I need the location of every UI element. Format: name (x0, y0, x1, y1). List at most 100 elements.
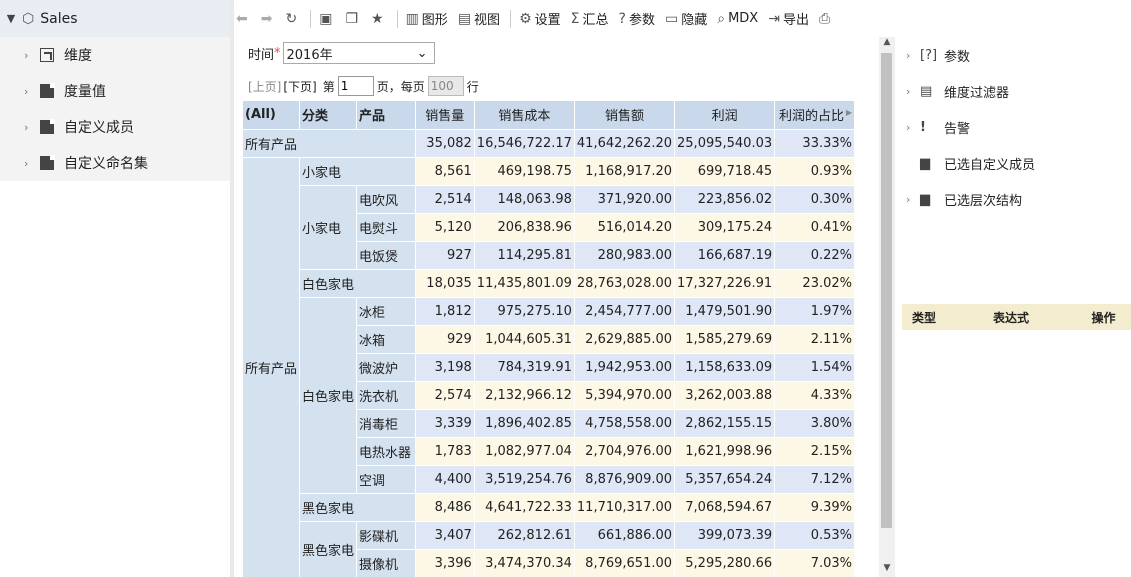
undo-button[interactable]: ⬅ (236, 11, 251, 27)
data-cell: 3,198 (415, 353, 475, 382)
chevron-right-icon[interactable]: › (906, 85, 920, 98)
measure-header[interactable]: 销售成本 (474, 101, 575, 130)
data-cell: 0.53% (774, 521, 855, 550)
data-cell: 280,983.00 (574, 241, 676, 270)
page-prefix: 第 (322, 79, 335, 94)
chart-label: 图形 (421, 13, 448, 28)
favorite-button[interactable]: ★ (371, 11, 387, 27)
panel-item-alert[interactable]: › ! 告警 (902, 109, 1131, 145)
printer-icon: ⎙ (818, 10, 831, 27)
data-cell: 3,339 (415, 409, 475, 438)
panel-item-dim-filter[interactable]: › ▤ 维度过滤器 (902, 73, 1131, 109)
data-cell: 8,876,909.00 (574, 465, 676, 494)
view-button[interactable]: ▤ 视图 (458, 9, 500, 29)
export-button[interactable]: ⇥ 导出 (768, 9, 809, 29)
settings-button[interactable]: ⚙ 设置 (519, 9, 561, 29)
arrow-right-icon: ➡ (260, 10, 273, 27)
table-row: 所有产品 35,082 16,546,722.17 41,642,262.20 25,0… (243, 129, 855, 158)
chevron-down-icon[interactable]: ▼ (4, 12, 18, 25)
tree-item-label: 维度 (64, 48, 92, 64)
hide-label: 隐藏 (681, 13, 708, 28)
scroll-thumb[interactable] (881, 53, 892, 528)
next-page-link[interactable]: [下页] (283, 78, 316, 95)
row-header-level3: 影碟机 (356, 521, 416, 550)
tree-item-custom-member[interactable]: › 自定义成员 (0, 109, 230, 145)
page-number-input[interactable] (337, 76, 374, 96)
prev-page-link[interactable]: [上页] (248, 78, 281, 95)
measure-header[interactable]: 销售量 (415, 101, 475, 130)
data-cell: 4,641,722.33 (474, 493, 575, 522)
data-cell: 166,687.19 (674, 241, 776, 270)
redo-button[interactable]: ➡ (261, 11, 276, 27)
data-cell: 469,198.75 (474, 157, 575, 186)
chart-button[interactable]: ▥ 图形 (405, 9, 448, 29)
expression-table-header: 类型 表达式 操作 (902, 304, 1131, 330)
measure-header-label: 利润的占比 (778, 109, 844, 125)
toolbar-divider (510, 9, 512, 28)
time-filter-label: 时间 (248, 47, 275, 63)
data-cell: 2,629,885.00 (574, 325, 676, 354)
chevron-right-icon[interactable]: › (24, 85, 38, 98)
chevron-right-icon[interactable]: › (24, 49, 38, 62)
grid-scrollbar[interactable]: ▲ ▼ (879, 37, 895, 577)
data-cell: 2,514 (415, 185, 475, 214)
data-cell: 2,574 (415, 381, 475, 410)
chevron-right-icon[interactable]: › (906, 121, 920, 134)
panel-splitter[interactable] (230, 0, 234, 577)
row-header-level2: 白色家电 (299, 269, 416, 298)
chevron-right-icon[interactable]: › (906, 49, 920, 62)
data-cell: 16,546,722.17 (474, 129, 575, 158)
data-cell: 371,920.00 (574, 185, 676, 214)
data-cell: 661,886.00 (574, 521, 676, 550)
tree-item-named-set[interactable]: › 自定义命名集 (0, 145, 230, 181)
params-button[interactable]: ? 参数 (619, 9, 655, 29)
data-cell: 28,763,028.00 (574, 269, 676, 298)
panel-item-hierarchy[interactable]: › ▆ 已选层次结构 (902, 181, 1131, 217)
data-cell: 699,718.45 (674, 157, 776, 186)
cube-name: Sales (40, 10, 78, 27)
panel-item-selected-members[interactable]: ▆ 已选自定义成员 (902, 145, 1131, 181)
chevron-right-icon[interactable]: › (24, 157, 38, 170)
scroll-up-icon[interactable]: ▲ (879, 37, 895, 51)
summary-button[interactable]: Σ 汇总 (571, 9, 609, 29)
tree-item-measure[interactable]: › 度量值 (0, 73, 230, 109)
measure-icon (40, 83, 55, 98)
mdx-button[interactable]: ⌕ MDX (717, 11, 758, 27)
measure-header[interactable]: 利润 (674, 101, 776, 130)
chevron-right-icon[interactable]: › (906, 193, 920, 206)
table-row: 白色家电 18,035 11,435,801.09 28,763,028.00 17,3… (243, 269, 855, 298)
time-select[interactable]: 2016年 ⌄ (282, 42, 435, 64)
data-cell: 3,396 (415, 549, 475, 577)
bar-chart-icon: ▥ (405, 10, 419, 27)
data-cell: 1,812 (415, 297, 475, 326)
chevron-down-icon: ⌄ (416, 45, 428, 61)
data-cell: 1,168,917.20 (574, 157, 676, 186)
cube-root-node[interactable]: ▼ ⬡ Sales (0, 0, 230, 37)
named-set-icon (40, 155, 55, 170)
save-button[interactable]: ▣ (319, 11, 335, 27)
chevron-right-icon[interactable]: › (24, 121, 38, 134)
data-cell: 7.12% (774, 465, 855, 494)
table-row: 黑色家电 8,486 4,641,722.33 11,710,317.00 7,068,… (243, 493, 855, 522)
alert-icon: ! (920, 119, 926, 135)
print-button[interactable]: ⎙ (819, 11, 833, 27)
data-cell: 33.33% (774, 129, 855, 158)
tree-item-dimension[interactable]: › 维度 (0, 37, 230, 73)
refresh-icon: ↻ (285, 10, 298, 27)
hide-button[interactable]: ▭ 隐藏 (665, 9, 708, 29)
data-cell: 25,095,540.03 (674, 129, 776, 158)
data-cell: 5,357,654.24 (674, 465, 776, 494)
measure-header[interactable]: 利润的占比 ▶ (774, 101, 855, 130)
measure-header[interactable]: 销售额 (574, 101, 676, 130)
data-cell: 1,942,953.00 (574, 353, 676, 382)
settings-label: 设置 (534, 13, 561, 28)
filter-icon: ▤ (920, 83, 933, 99)
data-cell: 1,896,402.85 (474, 409, 575, 438)
params-label: 参数 (628, 13, 655, 28)
scroll-down-icon[interactable]: ▼ (879, 563, 895, 577)
save-as-button[interactable]: ❐ (345, 11, 361, 27)
data-cell: 516,014.20 (574, 213, 676, 242)
data-cell: 1,044,605.31 (474, 325, 575, 354)
panel-item-params[interactable]: › [?] 参数 (902, 37, 1131, 73)
refresh-button[interactable]: ↻ (285, 11, 300, 27)
